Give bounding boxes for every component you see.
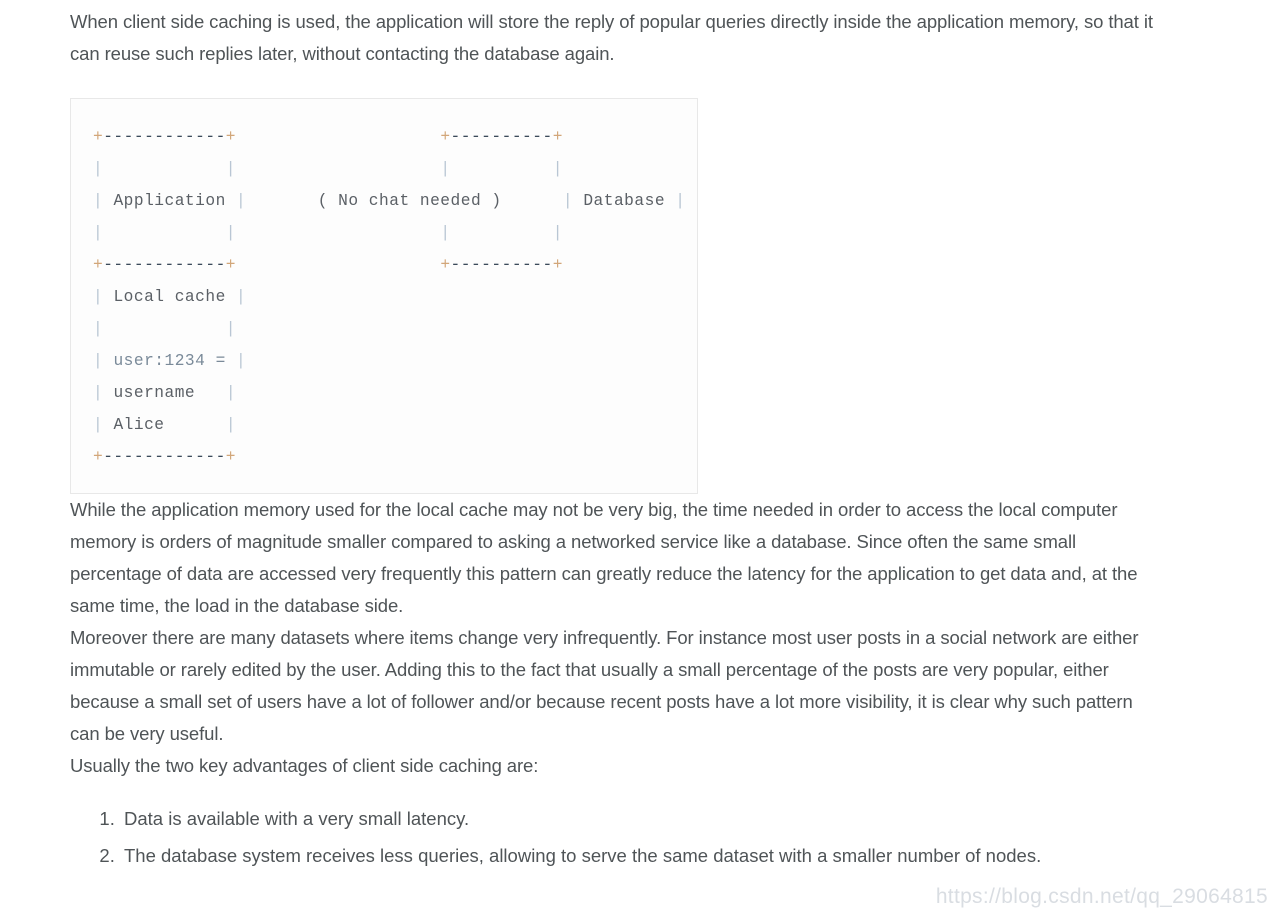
list-item: Data is available with a very small late… [120, 800, 1155, 837]
list-item: The database system receives less querie… [120, 837, 1155, 874]
advantages-list: Data is available with a very small late… [70, 800, 1155, 874]
paragraph-memory-latency: While the application memory used for th… [70, 499, 1138, 616]
label-middle-note: ( No chat needed ) [317, 192, 502, 210]
ascii-diagram: +------------+ +----------+ | | | | | Ap… [93, 128, 686, 466]
label-local-cache: Local cache [113, 288, 226, 306]
label-application: Application [113, 192, 226, 210]
watermark: https://blog.csdn.net/qq_29064815 [935, 885, 1268, 908]
label-cache-key: user:1234 = [113, 352, 226, 370]
label-cache-value: Alice [113, 416, 165, 434]
document-content: When client side caching is used, the ap… [70, 0, 1155, 874]
document-page: When client side caching is used, the ap… [0, 0, 1276, 917]
paragraph-advantages-intro: Usually the two key advantages of client… [70, 755, 539, 776]
paragraph-datasets: Moreover there are many datasets where i… [70, 627, 1139, 744]
label-database: Database [583, 192, 666, 210]
ascii-diagram-code-block: +------------+ +----------+ | | | | | Ap… [70, 98, 698, 494]
paragraph-intro: When client side caching is used, the ap… [70, 11, 1153, 64]
label-cache-field: username [113, 384, 196, 402]
